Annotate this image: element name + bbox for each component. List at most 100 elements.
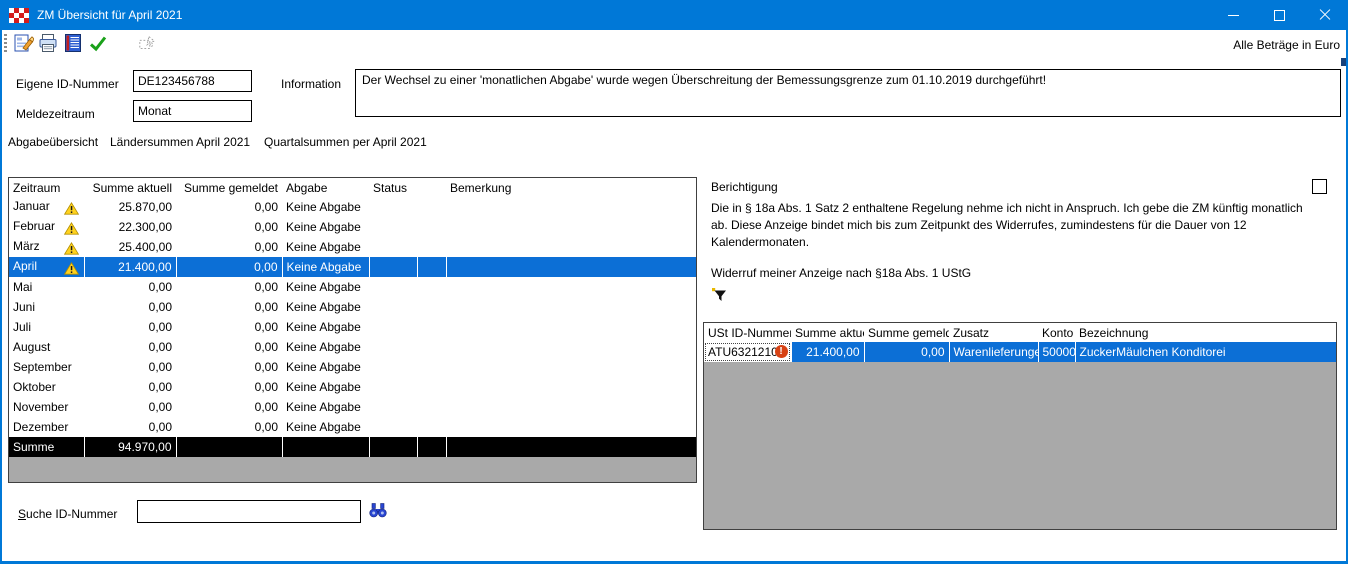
cell-empty: [417, 277, 446, 297]
cell-summe-gemeldet: 0,00: [176, 217, 282, 237]
cell-summe-gemeldet: 0,00: [176, 277, 282, 297]
month-row[interactable]: März25.400,000,00Keine Abgabe: [9, 237, 696, 257]
cell-empty: [176, 437, 282, 457]
cell-summe-gemeldet: 0,00: [176, 257, 282, 277]
summary-row: Summe94.970,00: [9, 437, 696, 457]
cell-abgabe: Keine Abgabe: [282, 277, 369, 297]
title-bar: ZM Übersicht für April 2021: [0, 0, 1348, 30]
cell-empty: [417, 437, 446, 457]
cell-summe-gemeldet: 0,00: [176, 337, 282, 357]
maximize-icon: [1274, 10, 1285, 21]
search-id-label: Suche ID-Nummer: [18, 507, 117, 521]
journal-icon[interactable]: [63, 33, 83, 53]
toolbar-grip-handle[interactable]: [4, 34, 7, 54]
cell-zeitraum: September: [9, 357, 84, 377]
cell-vat-summe-aktuell: 21.400,00: [791, 342, 864, 362]
month-row[interactable]: Mai0,000,00Keine Abgabe: [9, 277, 696, 297]
cell-summe-gemeldet: 0,00: [176, 317, 282, 337]
cell-bemerkung: [446, 357, 696, 377]
col-header-bemerkung: Bemerkung: [446, 178, 696, 197]
cell-summe-aktuell: 25.400,00: [84, 237, 176, 257]
close-button[interactable]: [1302, 0, 1348, 30]
cell-bemerkung: [446, 397, 696, 417]
toolbar: Alle Beträge in Euro: [2, 30, 1346, 58]
cell-bemerkung: [446, 237, 696, 257]
month-row[interactable]: Januar25.870,000,00Keine Abgabe: [9, 197, 696, 217]
month-row[interactable]: Dezember0,000,00Keine Abgabe: [9, 417, 696, 437]
tab-quartalsummen[interactable]: Quartalsummen per April 2021: [264, 135, 427, 149]
cell-abgabe: Keine Abgabe: [282, 237, 369, 257]
cell-bemerkung: [446, 257, 696, 277]
month-row[interactable]: November0,000,00Keine Abgabe: [9, 397, 696, 417]
print-icon[interactable]: [38, 33, 58, 53]
cell-summe-gemeldet: 0,00: [176, 417, 282, 437]
cell-empty: [417, 417, 446, 437]
app-logo-icon: [9, 8, 29, 23]
cell-summe-aktuell: 0,00: [84, 377, 176, 397]
cell-status: [369, 317, 417, 337]
filter-funnel-icon[interactable]: [712, 288, 727, 303]
cell-summe-gemeldet: 0,00: [176, 357, 282, 377]
tab-abgabeuebersicht[interactable]: Abgabeübersicht: [8, 135, 98, 149]
col-header-zusatz: Zusatz: [949, 323, 1038, 342]
cell-status: [369, 397, 417, 417]
month-row[interactable]: Juli0,000,00Keine Abgabe: [9, 317, 696, 337]
month-row[interactable]: August0,000,00Keine Abgabe: [9, 337, 696, 357]
cell-ust-id: ATU63212106: [704, 342, 791, 362]
cell-bemerkung: [446, 197, 696, 217]
edit-form-icon[interactable]: [14, 33, 34, 53]
amounts-in-euro-note: Alle Beträge in Euro: [1233, 38, 1340, 52]
cell-zeitraum: August: [9, 337, 84, 357]
cell-empty: [446, 437, 696, 457]
cell-summe-gemeldet: 0,00: [176, 397, 282, 417]
information-textbox[interactable]: Der Wechsel zu einer 'monatlichen Abgabe…: [355, 69, 1341, 117]
cell-bezeichnung: ZuckerMäulchen Konditorei: [1075, 342, 1336, 362]
months-table-body: Januar25.870,000,00Keine AbgabeFebruar22…: [9, 197, 696, 457]
cell-zusatz: Warenlieferungen: [949, 342, 1038, 362]
month-row[interactable]: Juni0,000,00Keine Abgabe: [9, 297, 696, 317]
cell-summe-aktuell: 0,00: [84, 277, 176, 297]
binoculars-search-icon[interactable]: [369, 503, 387, 518]
cell-empty: [417, 297, 446, 317]
tab-laendersummen[interactable]: Ländersummen April 2021: [110, 135, 250, 149]
month-row[interactable]: Februar22.300,000,00Keine Abgabe: [9, 217, 696, 237]
own-id-label: Eigene ID-Nummer: [16, 77, 119, 91]
cell-zeitraum: Juli: [9, 317, 84, 337]
cell-abgabe: Keine Abgabe: [282, 257, 369, 277]
vat-row[interactable]: ATU6321210621.400,000,00Warenlieferungen…: [704, 342, 1336, 362]
month-row[interactable]: Oktober0,000,00Keine Abgabe: [9, 377, 696, 397]
cell-bemerkung: [446, 297, 696, 317]
window-title: ZM Übersicht für April 2021: [37, 8, 182, 22]
cell-summe-aktuell: 0,00: [84, 397, 176, 417]
cell-abgabe: Keine Abgabe: [282, 337, 369, 357]
maximize-button[interactable]: [1256, 0, 1302, 30]
reporting-period-input[interactable]: [133, 100, 252, 122]
cell-status: [369, 377, 417, 397]
months-table: Zeitraum Summe aktuell Summe gemeldet Ab…: [9, 178, 696, 457]
cell-status: [369, 217, 417, 237]
cell-status: [369, 237, 417, 257]
vat-table-body: ATU6321210621.400,000,00Warenlieferungen…: [704, 342, 1336, 362]
cell-summe-gemeldet: 0,00: [176, 237, 282, 257]
month-row[interactable]: April21.400,000,00Keine Abgabe: [9, 257, 696, 277]
months-table-header-row: Zeitraum Summe aktuell Summe gemeldet Ab…: [9, 178, 696, 197]
col-header-bezeichnung: Bezeichnung: [1075, 323, 1336, 342]
vat-table: USt ID-Nummer Summe aktuell Summe gemeld…: [704, 323, 1336, 362]
minimize-button[interactable]: [1210, 0, 1256, 30]
cell-konto: 50000: [1038, 342, 1075, 362]
cell-summe-aktuell: 0,00: [84, 417, 176, 437]
correction-section-label: Berichtigung: [711, 180, 778, 194]
search-id-input[interactable]: [137, 500, 361, 523]
cell-summe-aktuell: 22.300,00: [84, 217, 176, 237]
warning-icon: [64, 222, 79, 235]
cell-summe-aktuell: 0,00: [84, 317, 176, 337]
month-row[interactable]: September0,000,00Keine Abgabe: [9, 357, 696, 377]
cell-bemerkung: [446, 277, 696, 297]
own-id-input[interactable]: [133, 70, 252, 92]
revocation-text: Widerruf meiner Anzeige nach §18a Abs. 1…: [711, 266, 971, 280]
confirm-check-icon[interactable]: [88, 33, 108, 53]
correction-checkbox[interactable]: [1312, 179, 1327, 194]
cell-bemerkung: [446, 317, 696, 337]
col-header-empty: [417, 178, 446, 197]
col-header-vat-summe-aktuell: Summe aktuell: [791, 323, 864, 342]
